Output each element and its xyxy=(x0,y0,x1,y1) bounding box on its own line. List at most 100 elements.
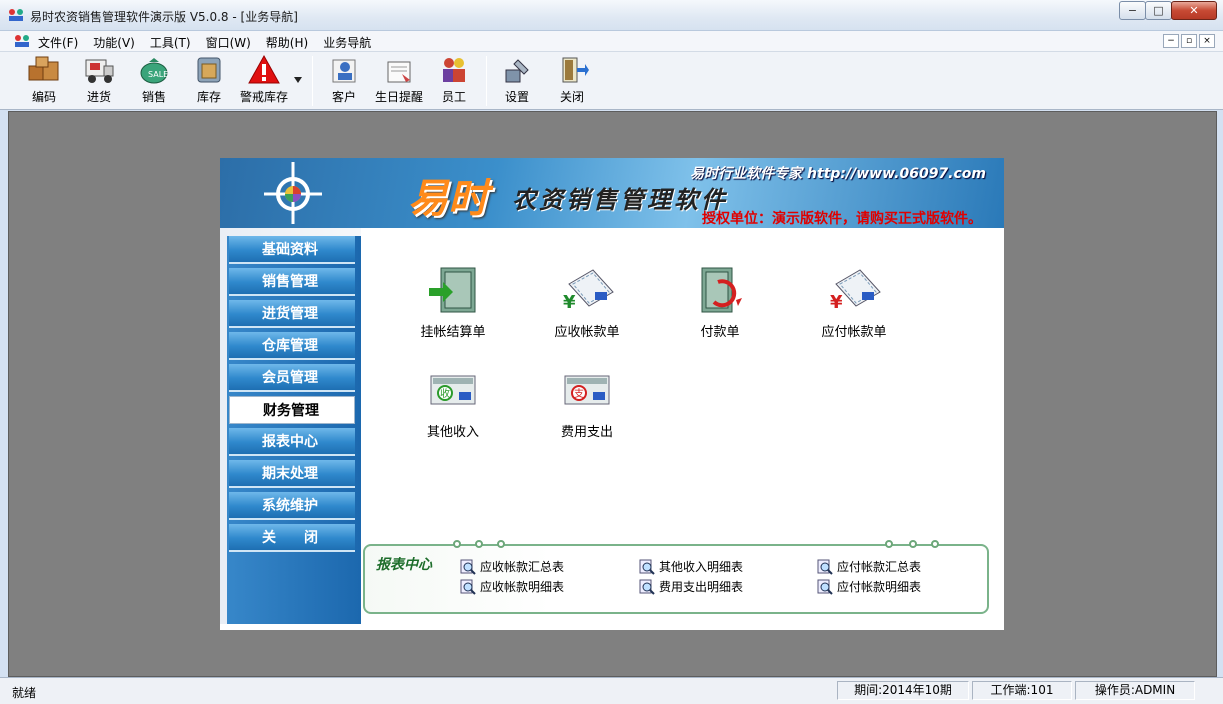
payment-safe-icon xyxy=(701,267,742,313)
menu-file[interactable]: 文件(F) xyxy=(38,34,78,51)
window-title: 易时农资销售管理软件演示版 V5.0.8 - [业务导航] xyxy=(30,10,298,24)
menu-tools[interactable]: 工具(T) xyxy=(150,34,191,51)
report-center-title: 报表中心 xyxy=(376,557,432,573)
magnifier-report-icon xyxy=(639,559,655,575)
menu-help[interactable]: 帮助(H) xyxy=(266,34,308,51)
nav-item-close[interactable]: 关 闭 xyxy=(229,524,355,552)
magnifier-report-icon xyxy=(817,559,833,575)
nav-item-member[interactable]: 会员管理 xyxy=(229,364,355,392)
delivery-truck-icon xyxy=(85,59,114,83)
module-label: 应收帐款单 xyxy=(554,325,620,340)
menu-function[interactable]: 功能(V) xyxy=(93,34,135,51)
title-bar: 易时农资销售管理软件演示版 V5.0.8 - [业务导航] − □ ✕ xyxy=(0,0,1223,31)
toolbar-label: 关闭 xyxy=(559,90,584,104)
app-logo-icon xyxy=(9,9,23,21)
other-income-icon: 收 xyxy=(430,375,476,405)
report-link-label: 其他收入明细表 xyxy=(659,560,744,574)
module-label: 应付帐款单 xyxy=(821,325,887,340)
toolbar-alert-stock-button[interactable]: 警戒库存 xyxy=(238,54,290,108)
status-operator: 操作员:ADMIN xyxy=(1075,681,1195,700)
binder-ring xyxy=(885,540,893,548)
toolbar-close-button[interactable]: 关闭 xyxy=(554,54,590,108)
nav-item-reports[interactable]: 报表中心 xyxy=(229,428,355,456)
banner-slogan: 易时行业软件专家 http://www.06097.com xyxy=(690,166,986,182)
nav-item-period-end[interactable]: 期末处理 xyxy=(229,460,355,488)
toolbar-label: 销售 xyxy=(141,90,166,104)
maximize-button[interactable]: □ xyxy=(1145,1,1172,20)
svg-text:¥: ¥ xyxy=(563,292,576,313)
status-terminal: 工作端:101 xyxy=(972,681,1072,700)
status-bar: 就绪 期间:2014年10期 工作端:101 操作员:ADMIN xyxy=(0,677,1223,704)
toolbar-label: 设置 xyxy=(504,90,529,104)
customer-icon xyxy=(332,59,356,83)
toolbar-birthday-button[interactable]: 生日提醒 xyxy=(373,54,425,108)
toolbar-label: 编码 xyxy=(31,90,56,104)
nav-item-warehouse[interactable]: 仓库管理 xyxy=(229,332,355,360)
toolbar-separator xyxy=(486,56,487,106)
module-other-income[interactable]: 收 其他收入 xyxy=(398,362,508,440)
exit-door-icon xyxy=(562,57,589,83)
expense-icon: 支 xyxy=(564,375,610,405)
nav-item-finance[interactable]: 财务管理 xyxy=(229,396,355,424)
nav-item-purchase[interactable]: 进货管理 xyxy=(229,300,355,328)
employee-icon xyxy=(443,58,465,82)
settings-icon xyxy=(505,59,529,83)
module-label: 费用支出 xyxy=(560,425,613,440)
report-other-income-detail[interactable]: 其他收入明细表 xyxy=(639,558,743,575)
report-payable-summary[interactable]: 应付帐款汇总表 xyxy=(817,558,921,575)
toolbar-label: 员工 xyxy=(441,90,466,104)
binder-ring xyxy=(497,540,505,548)
module-label: 付款单 xyxy=(700,325,740,340)
toolbar-label: 库存 xyxy=(196,90,221,104)
report-receivable-detail[interactable]: 应收帐款明细表 xyxy=(460,578,564,595)
toolbar-settings-button[interactable]: 设置 xyxy=(499,54,535,108)
mdi-close-button[interactable]: × xyxy=(1199,34,1215,48)
svg-text:¥: ¥ xyxy=(830,292,843,313)
menu-window[interactable]: 窗口(W) xyxy=(206,34,251,51)
toolbar-purchase-button[interactable]: 进货 xyxy=(81,54,117,108)
report-link-label: 应收帐款明细表 xyxy=(480,580,565,594)
toolbar-sales-button[interactable]: SALE 销售 xyxy=(136,54,172,108)
menu-business-nav[interactable]: 业务导航 xyxy=(323,34,371,51)
module-expense[interactable]: 支 费用支出 xyxy=(532,362,642,440)
mdi-app-icon[interactable] xyxy=(14,34,30,48)
module-label: 其他收入 xyxy=(426,425,479,440)
toolbar-employee-button[interactable]: 员工 xyxy=(436,54,472,108)
mdi-minimize-button[interactable]: − xyxy=(1163,34,1179,48)
safe-settlement-icon xyxy=(429,267,476,313)
magnifier-report-icon xyxy=(639,579,655,595)
mdi-restore-button[interactable]: ▫ xyxy=(1181,34,1197,48)
module-receivables[interactable]: ¥ 应收帐款单 xyxy=(532,262,642,340)
birthday-icon xyxy=(387,61,411,83)
toolbar-label: 进货 xyxy=(86,90,111,104)
receivable-ledger-icon: ¥ xyxy=(563,269,614,313)
toolbar-label: 生日提醒 xyxy=(374,90,423,104)
nav-item-sales[interactable]: 销售管理 xyxy=(229,268,355,296)
module-label: 挂帐结算单 xyxy=(420,325,486,340)
magnifier-report-icon xyxy=(817,579,833,595)
toolbar-coding-button[interactable]: 编码 xyxy=(26,54,62,108)
module-payment[interactable]: 付款单 xyxy=(665,262,775,340)
nav-item-system[interactable]: 系统维护 xyxy=(229,492,355,520)
payable-ledger-icon: ¥ xyxy=(830,269,881,313)
toolbar-inventory-button[interactable]: 库存 xyxy=(191,54,227,108)
banner: 易时 农资销售管理软件 易时行业软件专家 http://www.06097.co… xyxy=(220,158,1004,228)
module-credit-settlement[interactable]: 挂帐结算单 xyxy=(398,262,508,340)
report-link-label: 费用支出明细表 xyxy=(659,580,744,594)
status-period: 期间:2014年10期 xyxy=(837,681,969,700)
close-window-button[interactable]: ✕ xyxy=(1171,1,1217,20)
toolbar-customer-button[interactable]: 客户 xyxy=(326,54,362,108)
svg-text:SALE: SALE xyxy=(148,70,168,79)
report-receivable-summary[interactable]: 应收帐款汇总表 xyxy=(460,558,564,575)
report-expense-detail[interactable]: 费用支出明细表 xyxy=(639,578,743,595)
report-payable-detail[interactable]: 应付帐款明细表 xyxy=(817,578,921,595)
warehouse-icon xyxy=(197,57,221,83)
report-link-label: 应付帐款明细表 xyxy=(837,580,922,594)
toolbar: 编码 进货 SALE 销售 库存 警戒库存 客户 生日提醒 员工 设置 关闭 xyxy=(0,52,1223,110)
minimize-button[interactable]: − xyxy=(1119,1,1146,20)
report-link-label: 应付帐款汇总表 xyxy=(837,560,922,574)
module-payables[interactable]: ¥ 应付帐款单 xyxy=(799,262,909,340)
dropdown-arrow-icon[interactable] xyxy=(293,76,303,84)
nav-item-basic-data[interactable]: 基础资料 xyxy=(229,236,355,264)
left-nav: 基础资料 销售管理 进货管理 仓库管理 会员管理 财务管理 报表中心 期末处理 … xyxy=(220,228,361,624)
